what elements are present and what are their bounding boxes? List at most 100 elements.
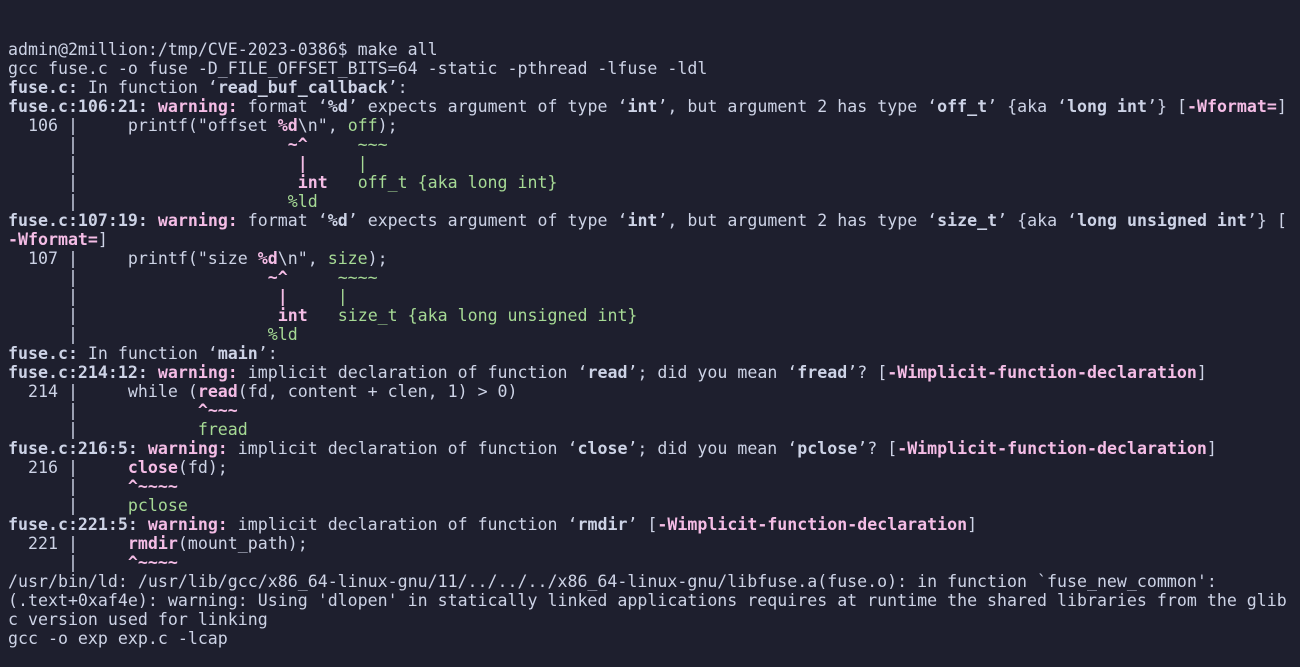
terminal-text: read xyxy=(197,382,238,401)
terminal-text: close xyxy=(127,458,178,477)
terminal-line: | | | xyxy=(8,287,1300,306)
terminal-text: ’? [ xyxy=(847,363,888,382)
terminal-text: 106 | printf("offset xyxy=(8,116,278,135)
terminal-text: | xyxy=(8,553,128,572)
terminal-line: fuse.c:216:5: warning: implicit declarat… xyxy=(8,439,1300,458)
terminal-text: ~~~~ xyxy=(337,268,378,287)
terminal-line: 106 | printf("offset %d\n", off); xyxy=(8,116,1300,135)
terminal-text: | xyxy=(8,192,288,211)
terminal-text: fuse.c:107:19: xyxy=(8,211,148,230)
terminal-text: format ‘ xyxy=(237,211,328,230)
terminal-text: off_t xyxy=(937,97,988,116)
terminal-text: | xyxy=(8,306,278,325)
terminal-text: /usr/bin/ld: /usr/lib/gcc/x86_64-linux-g… xyxy=(8,572,1217,591)
terminal-line: admin@2million:/tmp/CVE-2023-0386$ make … xyxy=(8,40,1300,59)
terminal-text: fuse.c: xyxy=(8,78,78,97)
terminal-line: 107 | printf("size %d\n", size); xyxy=(8,249,1300,268)
terminal-text: 214 | while ( xyxy=(8,382,198,401)
terminal-text: %d xyxy=(277,116,298,135)
terminal-text: -Wimplicit-function-declaration xyxy=(887,363,1197,382)
terminal-text: ’; did you mean ‘ xyxy=(627,363,798,382)
terminal-window[interactable]: admin@2million:/tmp/CVE-2023-0386$ make … xyxy=(0,0,1300,648)
terminal-text: | xyxy=(8,325,268,344)
terminal-text: ’ {aka ‘ xyxy=(987,97,1068,116)
terminal-text: | xyxy=(8,420,198,439)
terminal-text: %d xyxy=(327,97,348,116)
terminal-text: (mount_path); xyxy=(177,534,308,553)
terminal-text: -Wimplicit-function-declaration xyxy=(897,439,1207,458)
terminal-text: ); xyxy=(367,249,388,268)
terminal-text: c version used for linking xyxy=(8,610,268,629)
terminal-text: | xyxy=(8,268,268,287)
terminal-text: int xyxy=(627,97,658,116)
terminal-text: | xyxy=(357,154,368,173)
terminal-text: ] xyxy=(967,515,978,534)
terminal-line: | pclose xyxy=(8,496,1300,515)
terminal-text: | xyxy=(8,287,278,306)
terminal-line: 214 | while (read(fd, content + clen, 1)… xyxy=(8,382,1300,401)
terminal-text: read_buf_callback xyxy=(217,78,388,97)
terminal-line: | int off_t {aka long int} xyxy=(8,173,1300,192)
terminal-text: ~^ xyxy=(287,135,308,154)
terminal-text: %ld xyxy=(267,325,298,344)
terminal-text: implicit declaration of function ‘ xyxy=(227,439,578,458)
terminal-text: rmdir xyxy=(127,534,178,553)
terminal-text: ’} [ xyxy=(1246,211,1287,230)
terminal-text: fread xyxy=(797,363,848,382)
terminal-text: ^~~~ xyxy=(197,401,238,420)
terminal-text: implicit declaration of function ‘ xyxy=(237,363,588,382)
terminal-text: warning: xyxy=(147,439,228,458)
terminal-text: ^~~~~ xyxy=(127,477,178,496)
terminal-text: ’ [ xyxy=(627,515,658,534)
terminal-text: ~^ xyxy=(267,268,288,287)
terminal-text: 107 | printf("size xyxy=(8,249,258,268)
terminal-text: fread xyxy=(197,420,248,439)
terminal-text: gcc fuse.c -o fuse -D_FILE_OFFSET_BITS=6… xyxy=(8,59,708,78)
terminal-line: | %ld xyxy=(8,325,1300,344)
terminal-text: size_t xyxy=(937,211,998,230)
terminal-text: | xyxy=(337,287,348,306)
terminal-text: | xyxy=(8,401,198,420)
terminal-line: fuse.c:221:5: warning: implicit declarat… xyxy=(8,515,1300,534)
terminal-line: | %ld xyxy=(8,192,1300,211)
terminal-text: 221 | xyxy=(8,534,128,553)
terminal-text: ’, but argument 2 has type ‘ xyxy=(657,211,938,230)
terminal-line: | int size_t {aka long unsigned int} xyxy=(8,306,1300,325)
terminal-text: %ld xyxy=(287,192,318,211)
terminal-text: (fd); xyxy=(177,458,228,477)
terminal-text: ’ expects argument of type ‘ xyxy=(347,97,628,116)
terminal-text: | xyxy=(277,287,288,306)
terminal-text: long unsigned int xyxy=(1077,211,1247,230)
terminal-line: | ~^ ~~~~ xyxy=(8,268,1300,287)
terminal-text: ’ expects argument of type ‘ xyxy=(347,211,628,230)
terminal-text: int xyxy=(277,306,308,325)
terminal-text: | xyxy=(8,496,128,515)
terminal-text: warning: xyxy=(147,515,228,534)
terminal-text: rmdir xyxy=(577,515,628,534)
terminal-line: | fread xyxy=(8,420,1300,439)
terminal-text: warning: xyxy=(157,97,238,116)
terminal-line: | ~^ ~~~ xyxy=(8,135,1300,154)
terminal-text: | xyxy=(8,173,298,192)
terminal-text: ’: xyxy=(387,78,408,97)
terminal-line: fuse.c: In function ‘main’: xyxy=(8,344,1300,363)
terminal-line: c version used for linking xyxy=(8,610,1300,629)
terminal-text: off xyxy=(347,116,378,135)
terminal-line: 221 | rmdir(mount_path); xyxy=(8,534,1300,553)
terminal-text: %d xyxy=(327,211,348,230)
terminal-text: fuse.c: xyxy=(8,344,78,363)
terminal-line: -Wformat=] xyxy=(8,230,1300,249)
terminal-text: implicit declaration of function ‘ xyxy=(227,515,578,534)
terminal-text: ] xyxy=(1196,363,1207,382)
terminal-line: gcc -o exp exp.c -lcap xyxy=(8,629,1300,648)
terminal-text: ’, but argument 2 has type ‘ xyxy=(657,97,938,116)
terminal-text: ’? [ xyxy=(857,439,898,458)
